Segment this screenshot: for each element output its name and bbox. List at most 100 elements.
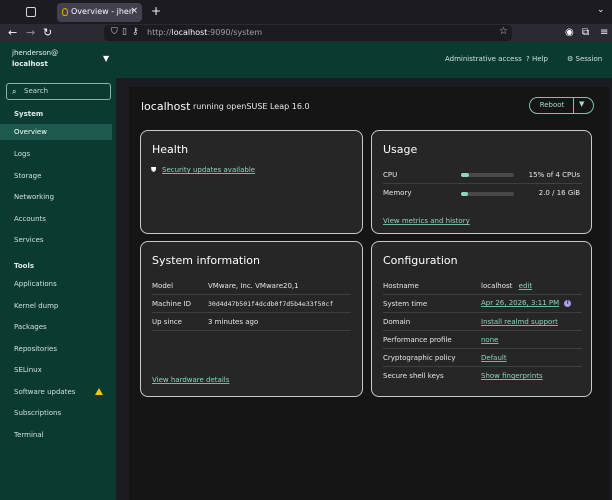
caret-down-icon[interactable]: ▼ [103, 54, 109, 63]
domain-label: Domain [383, 318, 411, 326]
tab-list-icon[interactable]: ⌄ [597, 5, 605, 15]
reboot-button[interactable]: Reboot [530, 101, 574, 109]
cpu-usage-bar [461, 173, 514, 177]
machine-id-value: 30d4d47b501f4dcdb0f7d5b4e33f50cf [208, 300, 334, 308]
sidebar-item-services[interactable]: Services [0, 232, 112, 248]
performance-profile-label: Performance profile [383, 336, 452, 344]
help-button[interactable]: ? Help [526, 55, 548, 63]
sidebar-item-overview[interactable]: Overview [0, 124, 112, 140]
cpu-value: 15% of 4 CPUs [528, 171, 580, 179]
sysinfo-divider [152, 312, 351, 313]
security-updates-link[interactable]: Security updates available [162, 166, 255, 174]
config-divider [383, 294, 582, 295]
hostname-row: localhost edit [481, 282, 532, 290]
show-fingerprints-link[interactable]: Show fingerprints [481, 372, 543, 380]
reboot-divider [573, 98, 574, 113]
page-header: localhost running openSUSE Leap 16.0 Reb… [129, 87, 609, 127]
configuration-card: Configuration Hostname localhost edit Sy… [371, 241, 592, 397]
host-user: jhenderson@ [12, 49, 59, 57]
crypto-policy-link[interactable]: Default [481, 354, 507, 362]
crypto-policy-label: Cryptographic policy [383, 354, 456, 362]
masthead: jhenderson@ localhost ▼ Administrative a… [0, 42, 612, 78]
sysinfo-divider [152, 294, 351, 295]
hostname-edit-link[interactable]: edit [519, 282, 532, 290]
sidebar-item-subscriptions[interactable]: Subscriptions [0, 405, 112, 421]
warning-icon [95, 388, 103, 395]
tab-title: Overview - jhenderson@ [71, 7, 133, 16]
administrative-access-button[interactable]: Administrative access [445, 55, 522, 63]
sidebar-item-software-updates[interactable]: Software updates [0, 384, 112, 400]
sidebar-item-packages[interactable]: Packages [0, 319, 112, 335]
host-switcher[interactable]: jhenderson@ localhost [12, 48, 58, 70]
up-since-value: 3 minutes ago [208, 318, 259, 326]
reboot-split-button[interactable]: Reboot ▼ [529, 97, 594, 114]
sidebar-item-repositories[interactable]: Repositories [0, 341, 112, 357]
help-icon: ? [526, 55, 530, 63]
hostname-label: Hostname [383, 282, 419, 290]
sidebar-item-accounts[interactable]: Accounts [0, 211, 112, 227]
machine-id-label: Machine ID [152, 300, 191, 308]
config-divider [383, 348, 582, 349]
shield-tracking-icon[interactable]: ⛉ [111, 27, 118, 37]
search-box[interactable]: ⌕ [6, 83, 111, 100]
system-time-row: Apr 26, 2026, 3:11 PM i [481, 299, 572, 307]
configuration-title: Configuration [383, 254, 458, 267]
section-system: System [14, 110, 44, 118]
menu-icon[interactable]: ≡ [600, 27, 608, 38]
extensions-icon[interactable]: ⧉ [582, 27, 589, 38]
system-time-link[interactable]: Apr 26, 2026, 3:11 PM [481, 299, 559, 307]
model-label: Model [152, 282, 174, 290]
sidebar-item-terminal[interactable]: Terminal [0, 427, 112, 443]
memory-usage-bar [461, 192, 514, 196]
ssh-keys-label: Secure shell keys [383, 372, 444, 380]
info-icon[interactable]: i [564, 299, 572, 307]
browser-tab-bar: Overview - jhenderson@ × + ⌄ [0, 0, 612, 24]
config-divider [383, 330, 582, 331]
sidebar-item-logs[interactable]: Logs [0, 146, 112, 162]
close-tab-icon[interactable]: × [130, 6, 138, 16]
back-arrow-icon[interactable]: ← [8, 26, 17, 39]
performance-profile-link[interactable]: none [481, 336, 498, 344]
system-information-card: System information Model VMware, Inc. VM… [140, 241, 363, 397]
browser-tab-overview[interactable]: Overview - jhenderson@ × [57, 3, 142, 22]
install-realmd-link[interactable]: Install realmd support [481, 318, 558, 326]
hostname-value: localhost [481, 282, 513, 290]
main-content: localhost running openSUSE Leap 16.0 Reb… [129, 87, 609, 500]
memory-label: Memory [383, 189, 412, 197]
page-title: localhost [141, 100, 191, 113]
host-name: localhost [12, 60, 48, 68]
forward-arrow-icon[interactable]: → [26, 26, 35, 39]
usage-title: Usage [383, 143, 418, 156]
sidebar-item-applications[interactable]: Applications [0, 276, 112, 292]
search-icon: ⌕ [12, 87, 17, 96]
memory-value: 2.0 / 16 GiB [538, 189, 580, 197]
chevron-down-icon[interactable]: ▼ [579, 100, 584, 108]
session-button[interactable]: ⚙ Session [567, 55, 602, 63]
sidebar-item-networking[interactable]: Networking [0, 189, 112, 205]
firefox-view-icon[interactable] [26, 7, 36, 17]
search-input[interactable] [24, 87, 106, 95]
url-bar[interactable]: ⛉ ▯ ⚷ http://localhost:9090/system ☆ [104, 25, 512, 41]
up-since-label: Up since [152, 318, 182, 326]
system-information-title: System information [152, 254, 261, 267]
sidebar: ⌕ System Overview Logs Storage Networkin… [0, 78, 116, 500]
key-icon[interactable]: ⚷ [132, 27, 139, 37]
system-time-label: System time [383, 300, 428, 308]
bookmark-star-icon[interactable]: ☆ [499, 26, 508, 37]
sidebar-item-label: Software updates [14, 388, 76, 396]
hardware-details-link[interactable]: View hardware details [152, 376, 229, 384]
page-info-icon[interactable]: ▯ [122, 27, 127, 37]
sidebar-item-selinux[interactable]: SELinux [0, 362, 112, 378]
account-icon[interactable]: ◉ [565, 27, 574, 38]
health-card: Health ⛊ Security updates available [140, 130, 363, 234]
new-tab-button[interactable]: + [151, 4, 161, 18]
sidebar-item-kernel-dump[interactable]: Kernel dump [0, 298, 112, 314]
gear-icon: ⚙ [567, 55, 574, 63]
reload-icon[interactable]: ↻ [43, 26, 52, 39]
metrics-history-link[interactable]: View metrics and history [383, 217, 470, 225]
usage-divider [383, 183, 582, 184]
sidebar-item-storage[interactable]: Storage [0, 168, 112, 184]
browser-nav-bar: ← → ↻ ⛉ ▯ ⚷ http://localhost:9090/system… [0, 24, 612, 42]
section-tools: Tools [14, 262, 35, 270]
url-text[interactable]: http://localhost:9090/system [147, 28, 262, 37]
